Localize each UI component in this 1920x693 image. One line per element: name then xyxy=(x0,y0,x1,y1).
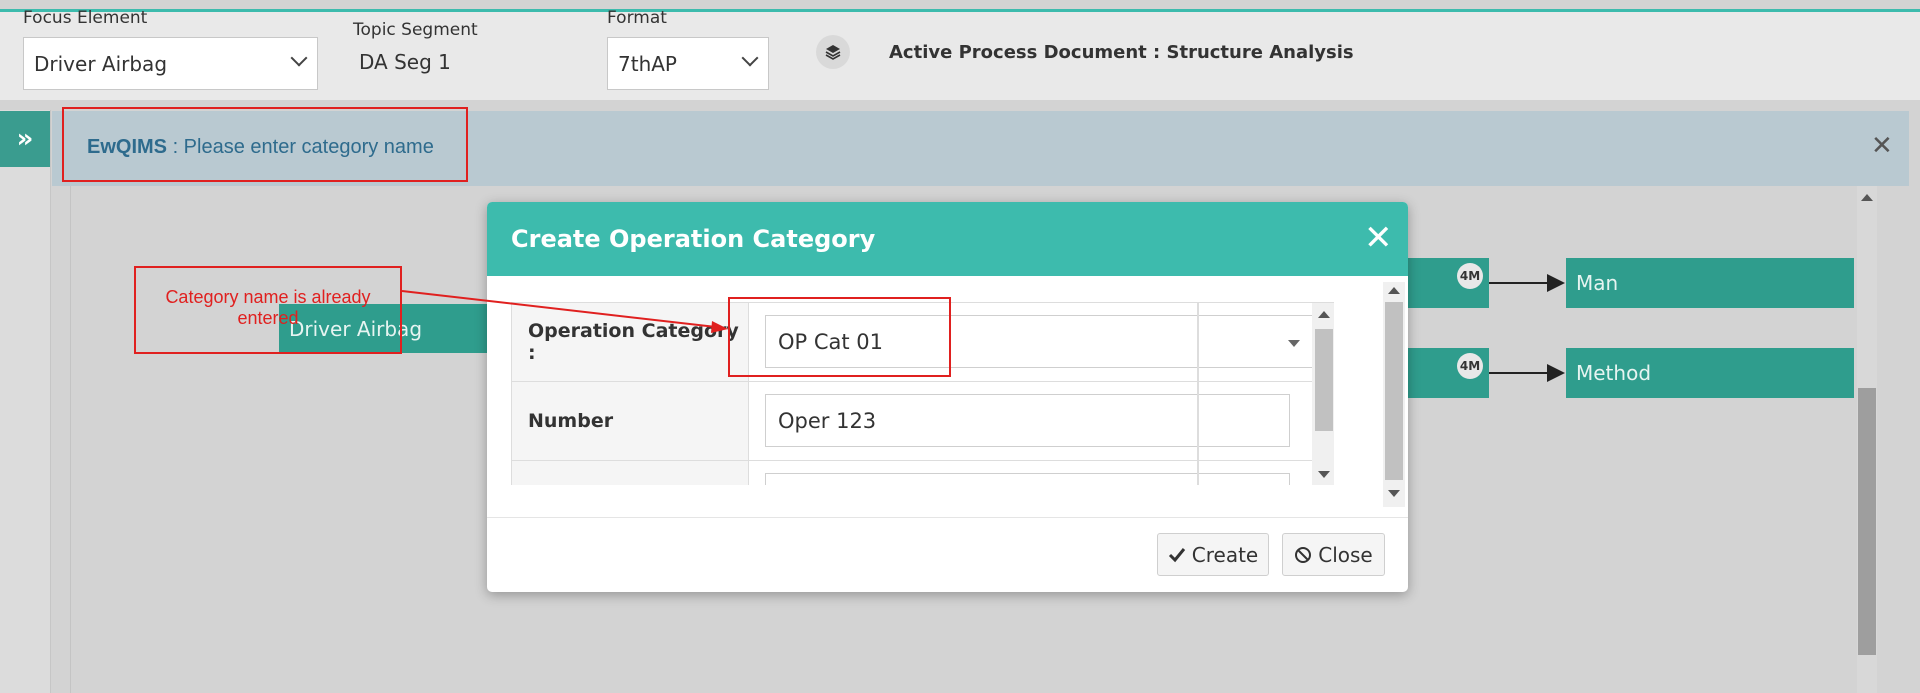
annotation-arrow xyxy=(401,290,728,333)
